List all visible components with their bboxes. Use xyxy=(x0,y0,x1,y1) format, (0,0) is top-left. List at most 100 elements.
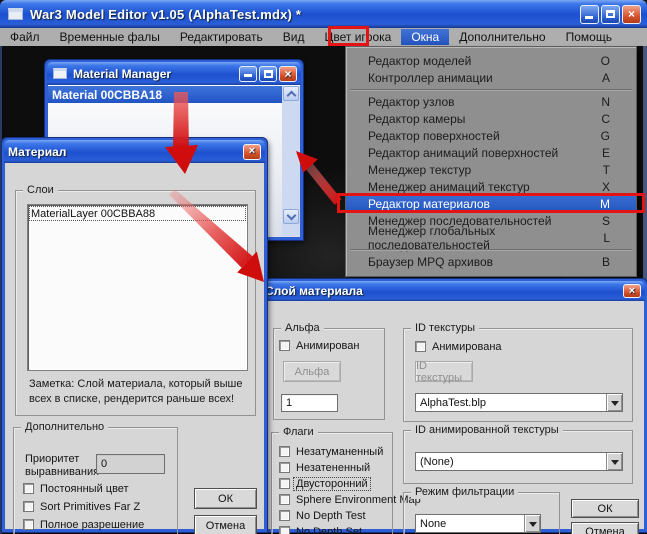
material-manager-titlebar: Material Manager × xyxy=(47,62,301,85)
menubar-item-temp-files[interactable]: Временные фалы xyxy=(50,29,170,45)
screenshot-root: War3 Model Editor v1.05 (AlphaTest.mdx) … xyxy=(0,0,647,534)
material-dialog: Материал × Слои MaterialLayer 00CBBA88 З… xyxy=(2,138,267,534)
layer-list-item[interactable]: MaterialLayer 00CBBA88 xyxy=(29,206,246,221)
close-button[interactable]: × xyxy=(622,4,641,24)
maximize-button[interactable] xyxy=(601,4,620,24)
windows-menu-dropdown: Редактор моделей O Контроллер анимации A Р… xyxy=(345,46,637,277)
layer-dialog-titlebar: Слой материала × xyxy=(261,281,645,301)
close-icon: × xyxy=(628,284,636,297)
menu-item-mpq-browser[interactable]: Браузер MPQ архивов B xyxy=(346,253,636,270)
dropdown-button[interactable] xyxy=(606,394,622,411)
menubar-item-file[interactable]: Файл xyxy=(0,29,50,45)
menu-item-node-editor[interactable]: Редактор узлов N xyxy=(346,93,636,110)
checkbox-icon xyxy=(279,510,290,521)
alpha-group-label: Альфа xyxy=(281,322,324,335)
window-border-right xyxy=(643,46,647,286)
menu-separator xyxy=(346,246,636,253)
chevron-up-icon xyxy=(286,90,297,101)
checkbox-icon xyxy=(279,446,290,457)
chevron-down-icon xyxy=(611,401,619,410)
close-icon: × xyxy=(284,66,292,81)
alpha-button: Альфа xyxy=(283,361,341,382)
layer-dialog-body: Альфа Анимирован Альфа 1 ID текстуры Ани… xyxy=(262,301,644,534)
ok-button[interactable]: ОК xyxy=(194,488,257,509)
menu-item-geoset-anim-editor[interactable]: Редактор анимаций поверхностей E xyxy=(346,144,636,161)
checkbox-icon xyxy=(279,526,290,534)
anim-texture-select[interactable]: (None) xyxy=(415,452,623,471)
menu-item-camera-editor[interactable]: Редактор камеры C xyxy=(346,110,636,127)
scrollbar[interactable] xyxy=(282,86,300,236)
layers-note: Заметка: Слой материала, который выше вс… xyxy=(29,378,243,405)
menu-item-geoset-editor[interactable]: Редактор поверхностей G xyxy=(346,127,636,144)
checkbox-icon xyxy=(279,462,290,473)
full-resolution-checkbox[interactable]: Полное разрешение xyxy=(23,518,144,531)
material-list-item-selected[interactable]: Material 00CBBA18 xyxy=(48,86,282,103)
advanced-group-label: Дополнительно xyxy=(21,421,109,434)
material-dialog-title: Материал xyxy=(8,144,67,159)
no-depth-test-checkbox[interactable]: No Depth Test xyxy=(279,509,366,522)
priority-input[interactable]: 0 xyxy=(96,454,165,474)
chevron-down-icon xyxy=(611,460,619,469)
highlight-box-material-editor-item xyxy=(337,193,645,213)
minimize-button[interactable] xyxy=(580,4,599,24)
menubar-item-help[interactable]: Помощь xyxy=(556,29,622,45)
maximize-icon xyxy=(606,10,615,18)
checkbox-icon xyxy=(279,478,290,489)
menu-bar: Файл Временные фалы Редактировать Вид Цв… xyxy=(0,28,647,46)
checkbox-icon xyxy=(23,483,34,494)
cancel-button[interactable]: Отмена xyxy=(571,522,639,534)
menu-item-model-editor[interactable]: Редактор моделей O xyxy=(346,52,636,69)
menu-item-animation-controller[interactable]: Контроллер анимации A xyxy=(346,69,636,86)
close-icon: × xyxy=(627,7,635,21)
priority-label: Приоритет выравнивания xyxy=(25,453,100,478)
constant-color-checkbox[interactable]: Постоянный цвет xyxy=(23,482,129,495)
main-window-title: War3 Model Editor v1.05 (AlphaTest.mdx) … xyxy=(30,6,302,22)
dropdown-button[interactable] xyxy=(606,453,622,470)
two-sided-checkbox[interactable]: Двусторонний xyxy=(279,476,371,491)
maximize-icon xyxy=(263,69,273,78)
material-manager-title: Material Manager xyxy=(73,66,172,81)
filter-mode-group-label: Режим фильтрации xyxy=(411,486,519,499)
window-icon xyxy=(53,68,67,79)
layers-group-label: Слои xyxy=(23,184,58,197)
scroll-down-button[interactable] xyxy=(283,209,299,224)
dropdown-button[interactable] xyxy=(524,515,540,532)
close-button[interactable]: × xyxy=(623,284,641,298)
ok-button[interactable]: ОК xyxy=(571,499,639,518)
material-dialog-titlebar: Материал × xyxy=(4,140,265,163)
checkbox-icon xyxy=(23,501,34,512)
highlight-box-windows-menu xyxy=(328,26,369,46)
menubar-item-extra[interactable]: Дополнительно xyxy=(449,29,555,45)
minimize-button[interactable] xyxy=(239,65,257,82)
sphere-env-map-checkbox[interactable]: Sphere Environment Map xyxy=(279,493,421,506)
texture-select[interactable]: AlphaTest.blp xyxy=(415,393,623,412)
menubar-item-edit[interactable]: Редактировать xyxy=(170,29,273,45)
chevron-down-icon xyxy=(286,210,297,221)
menubar-item-windows[interactable]: Окна xyxy=(401,29,450,45)
close-button[interactable]: × xyxy=(243,143,261,160)
checkbox-icon xyxy=(279,340,290,351)
close-button[interactable]: × xyxy=(279,65,297,82)
chevron-down-icon xyxy=(529,522,537,531)
anim-texture-id-group-label: ID анимированной текстуры xyxy=(411,424,563,437)
alpha-animated-checkbox[interactable]: Анимирован xyxy=(279,339,359,352)
unfogged-checkbox[interactable]: Незатуманенный xyxy=(279,445,383,458)
menu-item-global-sequence-manager[interactable]: Менеджер глобальных последовательностей L xyxy=(346,224,636,252)
scroll-up-button[interactable] xyxy=(283,86,299,101)
filter-mode-select[interactable]: None xyxy=(415,514,541,533)
cancel-button[interactable]: Отмена xyxy=(194,515,257,534)
menu-item-texture-manager[interactable]: Менеджер текстур T xyxy=(346,161,636,178)
unshaded-checkbox[interactable]: Незатененный xyxy=(279,461,370,474)
maximize-button[interactable] xyxy=(259,65,277,82)
sort-primitives-checkbox[interactable]: Sort Primitives Far Z xyxy=(23,500,140,513)
minimize-icon xyxy=(585,15,593,19)
no-depth-set-checkbox[interactable]: No Depth Set xyxy=(279,525,362,534)
minimize-icon xyxy=(244,73,252,77)
flags-group-label: Флаги xyxy=(279,426,318,439)
app-icon xyxy=(8,8,23,20)
checkbox-icon xyxy=(279,494,290,505)
checkbox-icon xyxy=(415,341,426,352)
menubar-item-view[interactable]: Вид xyxy=(273,29,315,45)
alpha-value-input[interactable]: 1 xyxy=(281,394,338,412)
texture-animated-checkbox[interactable]: Анимирована xyxy=(415,340,502,353)
